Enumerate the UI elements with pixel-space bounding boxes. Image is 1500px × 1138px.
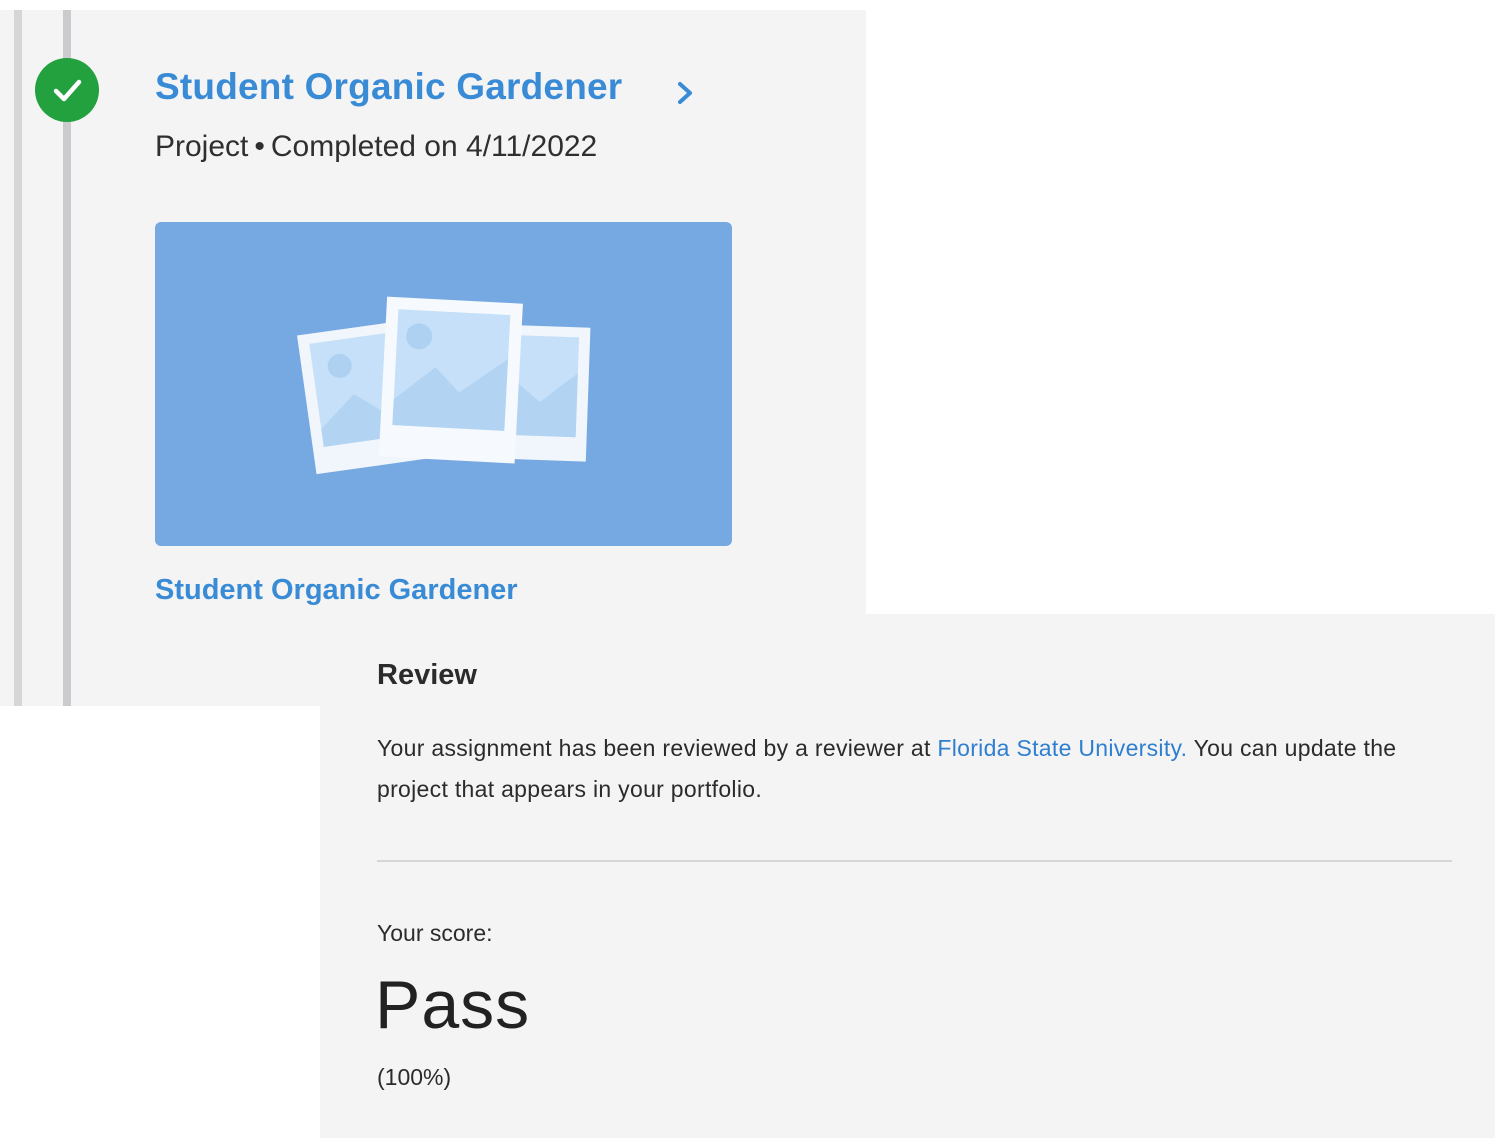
review-heading: Review — [377, 659, 477, 691]
project-meta: Project • Completed on 4/11/2022 — [155, 130, 597, 164]
timeline-rail-outer — [14, 10, 22, 706]
meta-separator: • — [254, 130, 265, 163]
reviewer-institution-link[interactable]: Florida State University. — [937, 735, 1187, 761]
completed-status-badge — [35, 58, 99, 122]
project-thumbnail[interactable] — [155, 222, 732, 546]
project-card: Student Organic Gardener Project • Complet… — [0, 10, 866, 706]
divider — [377, 860, 1452, 862]
project-title-link[interactable]: Student Organic Gardener — [155, 66, 622, 108]
photos-placeholder-icon — [297, 296, 591, 475]
completed-date: Completed on 4/11/2022 — [270, 130, 598, 163]
check-icon — [53, 79, 82, 102]
review-message: Your assignment has been reviewed by a r… — [377, 728, 1437, 810]
review-panel: Review Your assignment has been reviewed… — [320, 614, 1495, 1138]
chevron-right-icon[interactable] — [672, 78, 698, 108]
review-text-before: Your assignment has been reviewed by a r… — [377, 735, 938, 761]
project-caption-link[interactable]: Student Organic Gardener — [155, 574, 518, 607]
score-label: Your score: — [377, 920, 493, 946]
score-percent: (100%) — [377, 1064, 452, 1090]
project-type: Project — [155, 130, 249, 163]
score-value: Pass — [375, 967, 531, 1043]
